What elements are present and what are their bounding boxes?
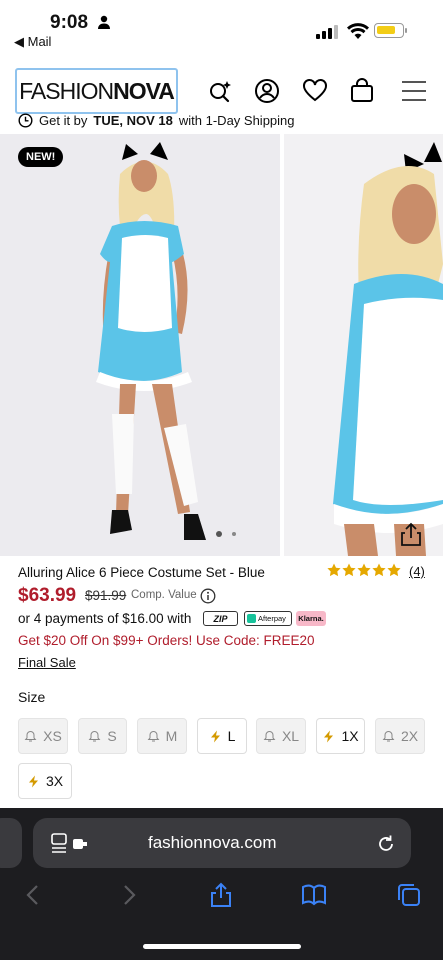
product-image-2[interactable]	[284, 134, 443, 556]
installment-text: or 4 payments of $16.00 with	[18, 611, 192, 626]
star-icon	[327, 563, 341, 577]
forward-arrow-icon[interactable]	[116, 882, 142, 908]
promo-text: Get $20 Off On $99+ Orders! Use Code: FR…	[18, 633, 315, 648]
menu-hamburger-icon[interactable]	[401, 78, 427, 104]
size-option-xl[interactable]: XL	[256, 718, 306, 754]
back-to-mail-link[interactable]: ◀ Mail	[14, 34, 51, 50]
lightning-icon	[210, 730, 220, 742]
clock: 9:08	[50, 12, 89, 33]
account-icon[interactable]	[254, 78, 280, 104]
share-icon[interactable]	[398, 521, 424, 547]
product-title: Alluring Alice 6 Piece Costume Set - Blu…	[18, 565, 265, 580]
star-icon	[342, 563, 356, 577]
bell-icon	[382, 730, 395, 741]
cellular-signal-icon	[316, 25, 338, 39]
star-icon	[387, 563, 401, 577]
star-icon	[357, 563, 371, 577]
wifi-icon	[347, 23, 369, 39]
bell-icon	[147, 730, 160, 741]
carousel-dots[interactable]	[215, 530, 239, 538]
model-illustration-closeup	[284, 134, 443, 556]
fashionnova-logo[interactable]: FASHION NOVA	[15, 68, 178, 114]
shipping-estimate: Get it by TUE, NOV 18 with 1-Day Shipping	[18, 113, 295, 128]
size-option-xs[interactable]: XS	[18, 718, 68, 754]
afterpay-badge[interactable]: Afterpay	[244, 611, 292, 626]
lightning-icon	[28, 775, 38, 787]
person-icon	[98, 15, 110, 29]
wishlist-heart-icon[interactable]	[302, 78, 328, 104]
size-heading: Size	[18, 689, 46, 705]
sale-price: $63.99	[18, 585, 77, 606]
page-menu-icon[interactable]	[51, 833, 91, 855]
size-option-1x[interactable]: 1X	[316, 718, 365, 754]
url-text[interactable]: fashionnova.com	[148, 833, 277, 853]
product-image-1[interactable]	[0, 134, 280, 556]
battery-icon	[374, 23, 404, 38]
bell-icon	[263, 730, 276, 741]
bookmarks-icon[interactable]	[301, 882, 327, 908]
status-bar: 9:08 ◀ Mail	[0, 0, 443, 54]
size-option-m[interactable]: M	[137, 718, 187, 754]
battery-cap	[405, 28, 407, 33]
back-arrow-icon[interactable]	[20, 882, 46, 908]
new-badge: NEW!	[18, 147, 64, 167]
tabs-icon[interactable]	[396, 882, 422, 908]
lightning-icon	[324, 730, 334, 742]
previous-tab-preview[interactable]	[0, 818, 22, 868]
afterpay-icon	[247, 614, 256, 623]
rating-stars[interactable]	[327, 563, 401, 577]
size-option-2x[interactable]: 2X	[375, 718, 425, 754]
size-option-l[interactable]: L	[197, 718, 247, 754]
star-icon	[372, 563, 386, 577]
reload-icon[interactable]	[376, 834, 396, 854]
shopping-bag-icon[interactable]	[349, 78, 375, 104]
bell-icon	[24, 730, 37, 741]
klarna-badge[interactable]: Klarna.	[296, 611, 326, 626]
clock-icon	[18, 113, 33, 128]
home-indicator[interactable]	[143, 944, 301, 949]
compare-price: $91.99	[85, 588, 127, 603]
size-option-3x[interactable]: 3X	[18, 763, 72, 799]
review-count-link[interactable]: (4)	[409, 564, 425, 579]
bell-icon	[88, 730, 101, 741]
share-icon[interactable]	[208, 882, 234, 908]
model-illustration-front	[0, 134, 280, 556]
zip-pay-badge[interactable]: ZIP	[203, 611, 238, 626]
info-icon[interactable]	[200, 588, 216, 604]
search-sparkle-icon[interactable]	[207, 78, 233, 104]
final-sale-link[interactable]: Final Sale	[18, 655, 76, 670]
size-option-s[interactable]: S	[78, 718, 127, 754]
comp-value-label: Comp. Value	[131, 589, 197, 601]
